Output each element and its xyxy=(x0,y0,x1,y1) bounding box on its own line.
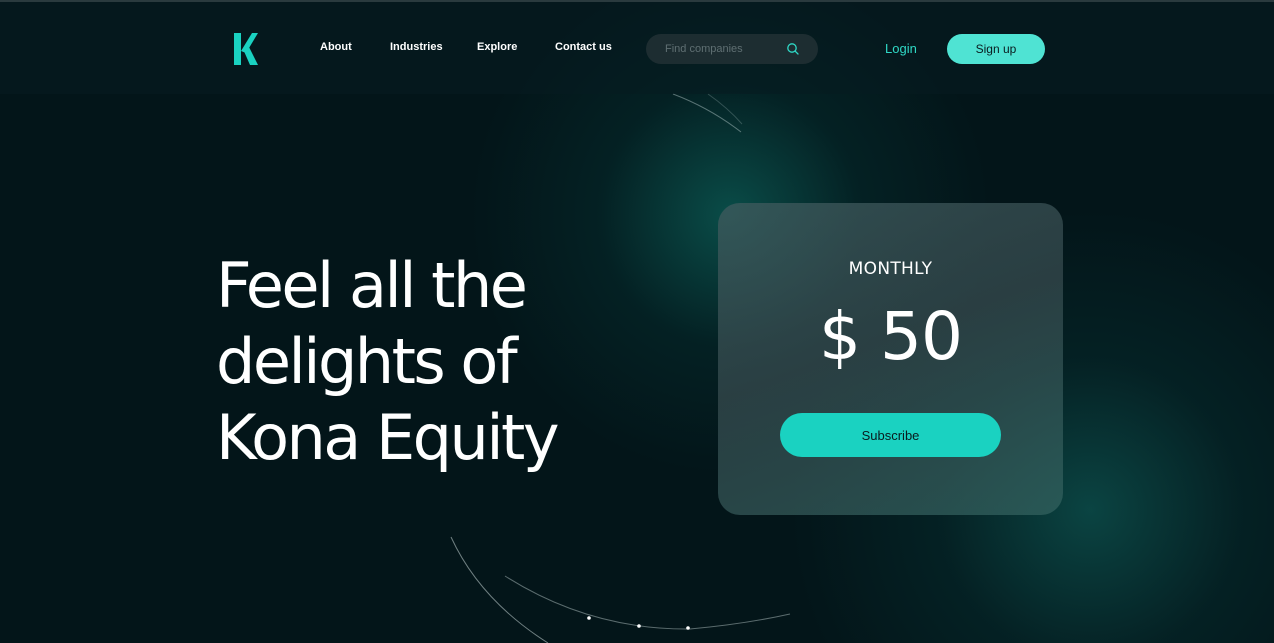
hero-title-line-2: delights of xyxy=(216,325,518,398)
search-icon[interactable] xyxy=(786,42,800,56)
login-link[interactable]: Login xyxy=(885,41,917,56)
pricing-period: MONTHLY xyxy=(848,259,933,279)
nav-explore[interactable]: Explore xyxy=(477,41,517,53)
subscribe-button[interactable]: Subscribe xyxy=(780,413,1001,457)
sign-up-button[interactable]: Sign up xyxy=(947,34,1045,64)
nav-contact-us[interactable]: Contact us xyxy=(555,41,612,53)
hero-title: Feel all the delights of Kona Equity xyxy=(216,248,676,476)
pricing-amount: $ 50 xyxy=(819,298,963,375)
nav-about[interactable]: About xyxy=(320,41,352,53)
company-search xyxy=(646,34,818,64)
hero-title-line-1: Feel all the xyxy=(216,249,528,322)
search-input[interactable] xyxy=(665,40,783,58)
pricing-card: MONTHLY $ 50 Subscribe xyxy=(718,203,1063,515)
kona-logo-icon[interactable] xyxy=(234,33,258,65)
hero-title-line-3: Kona Equity xyxy=(216,401,560,474)
nav-industries[interactable]: Industries xyxy=(390,41,443,53)
site-header: About Industries Explore Contact us Logi… xyxy=(0,2,1274,94)
